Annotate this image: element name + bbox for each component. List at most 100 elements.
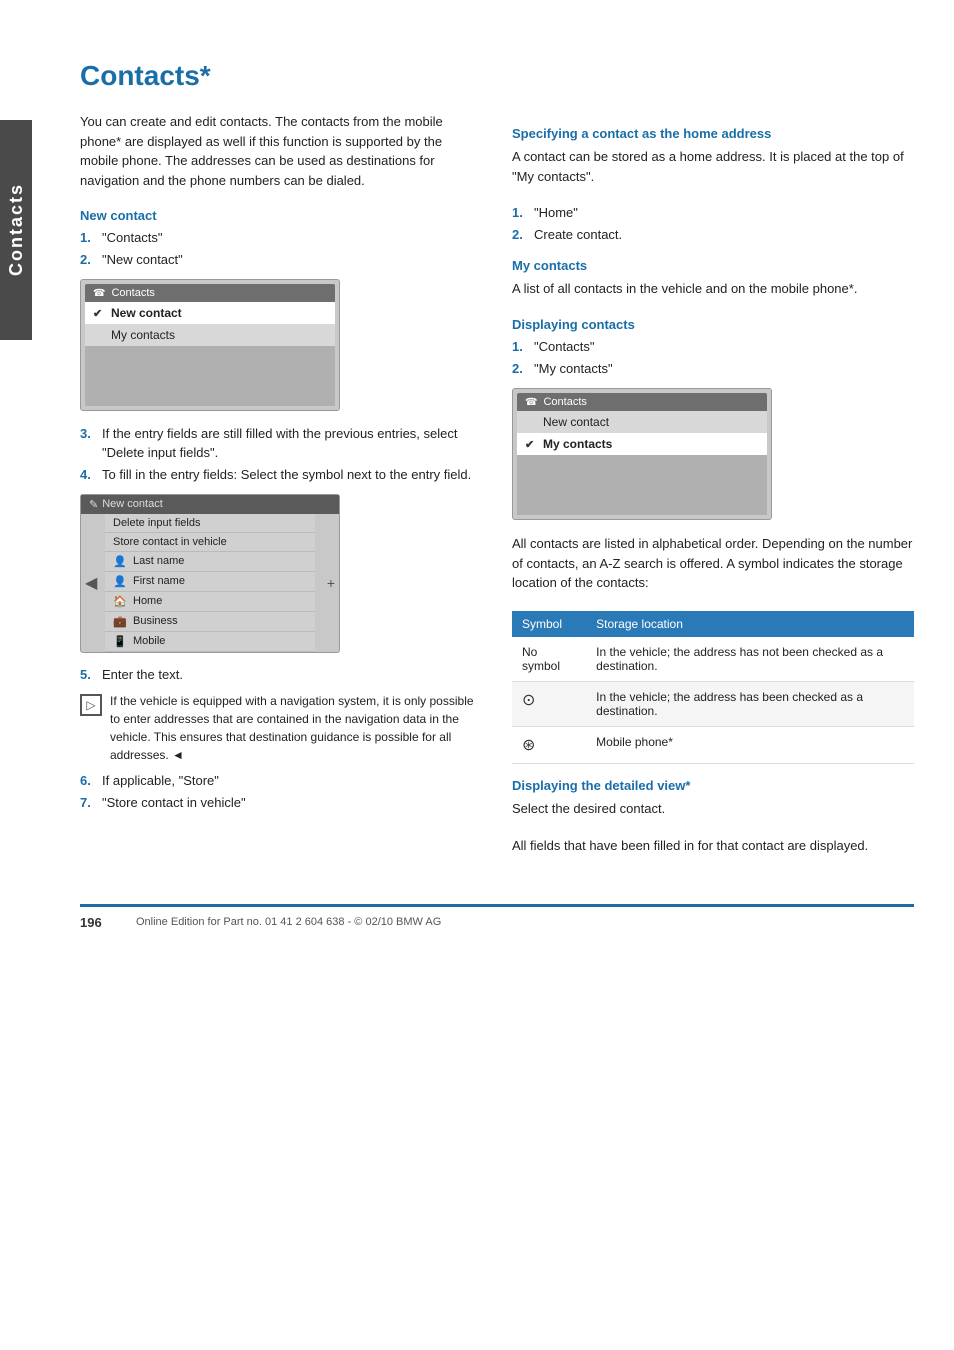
displaying-contacts-steps: 1. "Contacts" 2. "My contacts" — [512, 338, 914, 378]
step-number: 2. — [80, 251, 98, 269]
ui-map-area — [517, 455, 767, 515]
step-text: "Home" — [534, 204, 578, 222]
destination-checked-icon: ⊙ — [522, 692, 535, 709]
list-item: 7. "Store contact in vehicle" — [80, 794, 482, 812]
menu-item-label: New contact — [543, 415, 609, 429]
last-name-row[interactable]: 👤 Last name — [105, 552, 315, 572]
ui-titlebar: ☎ Contacts — [85, 284, 335, 302]
step-number: 7. — [80, 794, 98, 812]
side-tab: Contacts — [0, 120, 32, 340]
table-row: ⊙ In the vehicle; the address has been c… — [512, 681, 914, 726]
table-row: No symbol In the vehicle; the address ha… — [512, 637, 914, 682]
note-box: ▷ If the vehicle is equipped with a navi… — [80, 692, 482, 764]
description-cell: Mobile phone* — [586, 726, 914, 763]
step5-item: 5. Enter the text. — [80, 667, 482, 682]
footer-note: Online Edition for Part no. 01 41 2 604 … — [136, 916, 441, 928]
detailed-view-text1: Select the desired contact. — [512, 799, 914, 819]
first-name-row[interactable]: 👤 First name — [105, 572, 315, 592]
contacts-icon: ☎ — [93, 288, 105, 299]
right-column: Specifying a contact as the home address… — [512, 112, 914, 874]
home-address-steps: 1. "Home" 2. Create contact. — [512, 204, 914, 244]
step-text: If the entry fields are still filled wit… — [102, 425, 482, 461]
ui-map-area — [85, 346, 335, 406]
home-row[interactable]: 🏠 Home — [105, 592, 315, 612]
nav-right-icon[interactable]: + — [327, 575, 335, 591]
form-titlebar: ✎ New contact — [81, 495, 339, 514]
contacts-menu-screenshot: ☎ Contacts ✔ New contact My contacts — [80, 279, 340, 411]
list-item: 4. To fill in the entry fields: Select t… — [80, 466, 482, 484]
storage-col-header: Storage location — [586, 611, 914, 637]
list-item: 1. "Contacts" — [512, 338, 914, 356]
business-icon: 💼 — [113, 615, 129, 628]
page-title: Contacts* — [80, 60, 914, 92]
note-end-mark: ◄ — [172, 748, 184, 762]
new-contact-heading: New contact — [80, 208, 482, 223]
displaying-contacts-screenshot: ☎ Contacts New contact ✔ My contacts — [512, 388, 772, 520]
contacts-icon: ☎ — [525, 397, 537, 408]
list-item: 2. Create contact. — [512, 226, 914, 244]
nav-left-icon[interactable]: ◀ — [85, 573, 97, 593]
my-contacts-text: A list of all contacts in the vehicle an… — [512, 279, 914, 299]
displaying-contacts-description: All contacts are listed in alphabetical … — [512, 534, 914, 593]
row-label: Delete input fields — [113, 517, 200, 529]
symbol-cell: ⊙ — [512, 681, 586, 726]
my-contacts-item[interactable]: ✔ My contacts — [517, 433, 767, 455]
list-item: 6. If applicable, "Store" — [80, 772, 482, 790]
detailed-view-text2: All fields that have been filled in for … — [512, 836, 914, 856]
step-text: If applicable, "Store" — [102, 772, 219, 790]
form-title: New contact — [102, 498, 163, 510]
ui-title: Contacts — [543, 396, 586, 408]
new-contact-form-screenshot: ✎ New contact ◀ Delete input fields Stor… — [80, 494, 340, 653]
symbol-col-header: Symbol — [512, 611, 586, 637]
step-number: 5. — [80, 667, 98, 682]
checkmark-icon: ✔ — [525, 438, 539, 451]
row-label: Last name — [133, 555, 184, 567]
checkmark-icon: ✔ — [93, 307, 107, 320]
mobile-phone-icon: ⊛ — [522, 737, 535, 754]
ui-title: Contacts — [111, 287, 154, 299]
page-footer: 196 Online Edition for Part no. 01 41 2 … — [80, 904, 914, 930]
table-row: ⊛ Mobile phone* — [512, 726, 914, 763]
side-tab-label: Contacts — [6, 183, 27, 276]
row-label: Store contact in vehicle — [113, 536, 227, 548]
home-address-text: A contact can be stored as a home addres… — [512, 147, 914, 186]
page-number: 196 — [80, 915, 120, 930]
new-contact-item[interactable]: New contact — [517, 411, 767, 433]
menu-item-label: My contacts — [543, 437, 612, 451]
step-number: 4. — [80, 466, 98, 484]
form-icon: ✎ — [89, 498, 98, 511]
step-number: 1. — [512, 204, 530, 222]
new-contact-item[interactable]: ✔ New contact — [85, 302, 335, 324]
note-play-icon: ▷ — [80, 694, 102, 716]
new-contact-steps-3: 6. If applicable, "Store" 7. "Store cont… — [80, 772, 482, 812]
my-contacts-heading: My contacts — [512, 258, 914, 273]
delete-fields-row[interactable]: Delete input fields — [105, 514, 315, 533]
note-text: If the vehicle is equipped with a naviga… — [110, 692, 482, 764]
left-column: You can create and edit contacts. The co… — [80, 112, 482, 874]
row-label: Business — [133, 615, 178, 627]
step-number: 2. — [512, 360, 530, 378]
step-text: To fill in the entry fields: Select the … — [102, 466, 471, 484]
step-number: 3. — [80, 425, 98, 443]
step-number: 1. — [80, 229, 98, 247]
list-item: 2. "My contacts" — [512, 360, 914, 378]
list-item: 2. "New contact" — [80, 251, 482, 269]
step-text: "New contact" — [102, 251, 183, 269]
checkmark-placeholder — [93, 329, 107, 341]
ui-titlebar: ☎ Contacts — [517, 393, 767, 411]
my-contacts-item[interactable]: My contacts — [85, 324, 335, 346]
step-text: Create contact. — [534, 226, 622, 244]
row-label: Mobile — [133, 635, 165, 647]
step-text: "Store contact in vehicle" — [102, 794, 246, 812]
store-contact-row[interactable]: Store contact in vehicle — [105, 533, 315, 552]
mobile-icon: 📱 — [113, 635, 129, 648]
row-label: First name — [133, 575, 185, 587]
business-row[interactable]: 💼 Business — [105, 612, 315, 632]
list-item: 3. If the entry fields are still filled … — [80, 425, 482, 461]
description-cell: In the vehicle; the address has been che… — [586, 681, 914, 726]
mobile-row[interactable]: 📱 Mobile — [105, 632, 315, 652]
menu-item-label: New contact — [111, 306, 182, 320]
description-cell: In the vehicle; the address has not been… — [586, 637, 914, 682]
step-text: Enter the text. — [102, 667, 183, 682]
menu-item-label: My contacts — [111, 328, 175, 342]
